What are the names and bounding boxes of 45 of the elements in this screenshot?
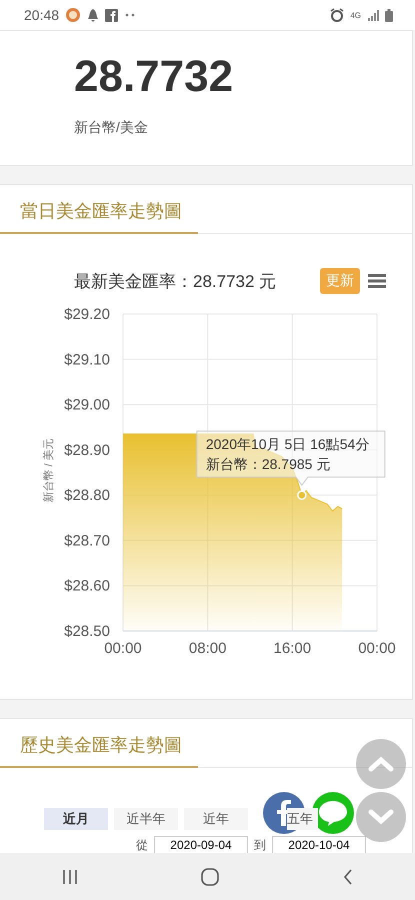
bell-icon <box>87 8 100 22</box>
from-date-field[interactable]: 2020-09-04 <box>154 836 248 854</box>
tooltip-text: 2020年10月 5日 16點54分 <box>206 436 370 452</box>
more-icon <box>124 12 136 18</box>
range-tab[interactable]: 五年 <box>287 808 318 830</box>
chart-title: 最新美金匯率：28.7732 元 <box>74 270 278 292</box>
to-label: 到 <box>254 836 266 854</box>
x-tick-label: 00:00 <box>358 640 396 654</box>
x-tick-label: 00:00 <box>104 640 142 654</box>
y-tick-label: $28.70 <box>64 532 110 550</box>
app-icon <box>65 7 82 23</box>
range-tab[interactable]: 近月 <box>44 808 108 830</box>
hover-point <box>297 490 307 500</box>
y-tick-label: $28.60 <box>64 578 110 595</box>
range-tab[interactable]: 近年 <box>184 808 248 830</box>
facebook-icon <box>105 8 118 22</box>
menu-icon[interactable] <box>368 274 386 288</box>
y-tick-label: $28.90 <box>64 442 110 459</box>
range-tab[interactable]: 近半年 <box>114 808 178 830</box>
rate-unit: 新台幣/美金 <box>74 119 149 137</box>
signal-icon <box>367 9 379 21</box>
y-tick-label: $29.10 <box>64 351 110 368</box>
battery-icon <box>385 8 393 22</box>
x-tick-label: 08:00 <box>188 640 226 654</box>
y-tick-label: $29.00 <box>64 396 110 414</box>
section-heading: 歷史美金匯率走勢圖 <box>20 735 182 755</box>
recent-apps-icon[interactable] <box>62 868 78 884</box>
chevron-down-icon <box>368 809 394 825</box>
tooltip-text: 新台幣：28.7985 元 <box>206 456 330 472</box>
y-tick-label: $29.20 <box>64 306 110 323</box>
x-tick-label: 16:00 <box>274 640 312 654</box>
section-heading: 當日美金匯率走勢圖 <box>20 201 182 221</box>
network-type: 4G <box>350 10 361 20</box>
y-axis-title: 新台幣 / 美元 <box>43 438 55 503</box>
speech-bubble-icon <box>317 799 349 827</box>
to-date-field[interactable]: 2020-10-04 <box>272 836 366 854</box>
alarm-icon <box>330 8 344 22</box>
chevron-up-icon <box>368 756 394 772</box>
y-tick-label: $28.80 <box>64 487 110 504</box>
y-tick-label: $28.50 <box>64 623 110 640</box>
back-icon[interactable] <box>343 868 354 884</box>
clock: 20:48 <box>24 7 60 23</box>
home-icon[interactable] <box>201 868 220 886</box>
from-label: 從 <box>136 836 148 854</box>
rate-value: 28.7732 <box>74 51 234 103</box>
